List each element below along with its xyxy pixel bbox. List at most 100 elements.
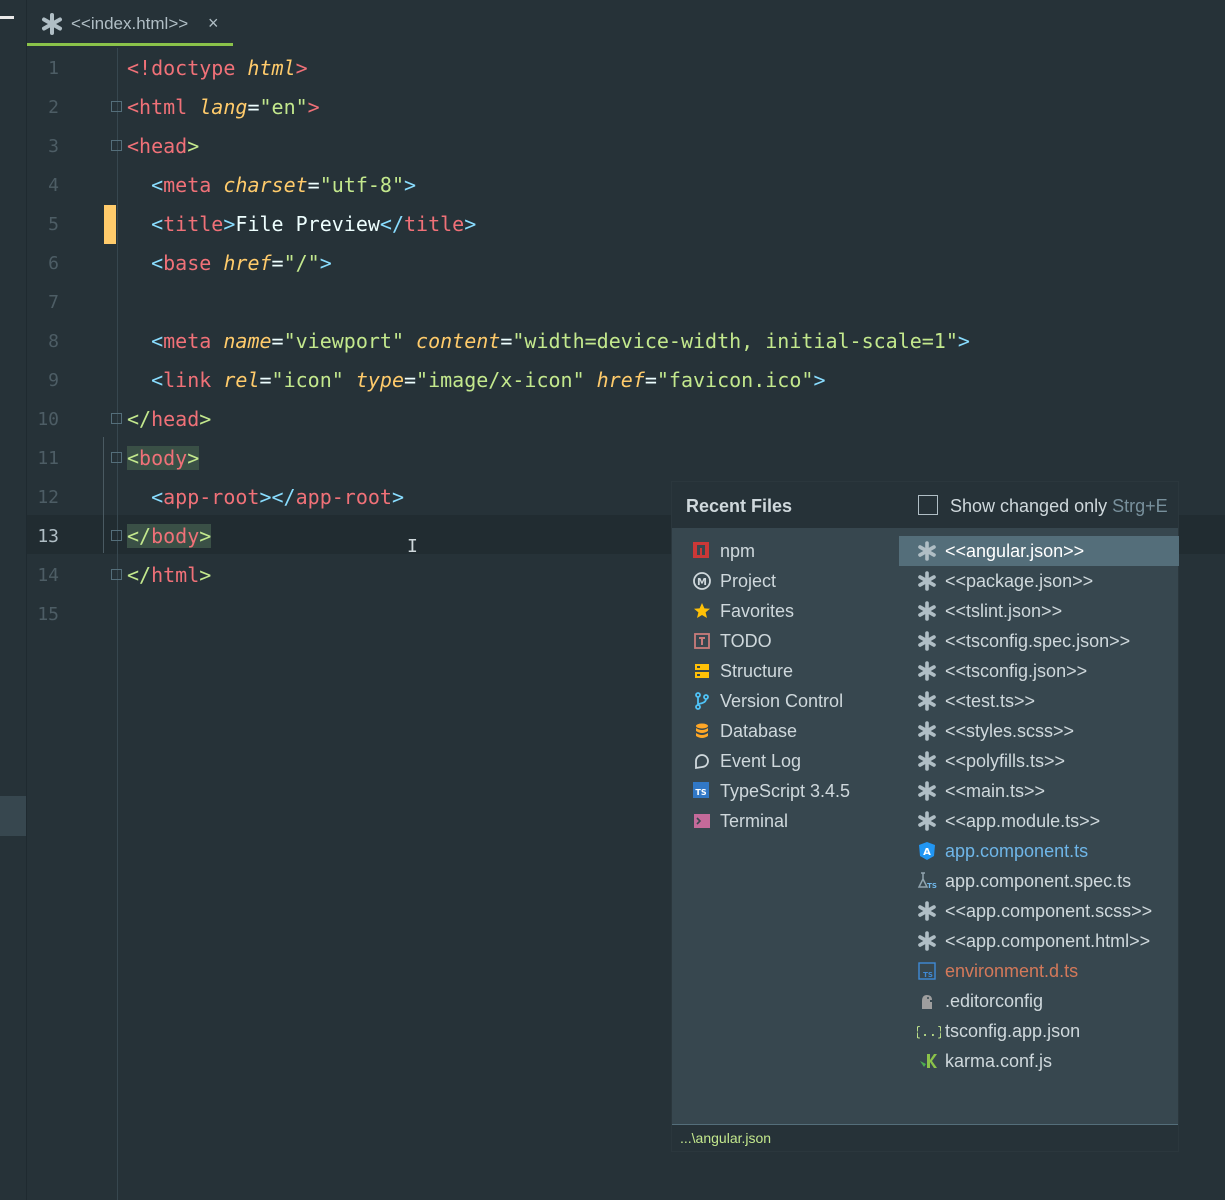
database-icon xyxy=(692,721,712,741)
fold-marker-icon[interactable] xyxy=(111,569,122,580)
recent-file-item[interactable]: <<app.component.scss>> xyxy=(899,896,1179,926)
asterisk-icon xyxy=(917,811,937,831)
code-token: > xyxy=(307,95,320,119)
tab-index-html[interactable]: <<index.html>> × xyxy=(27,0,233,46)
recent-file-item[interactable]: <<angular.json>> xyxy=(899,536,1179,566)
code-line[interactable]: 8 <meta name="viewport" content="width=d… xyxy=(27,322,1225,361)
code-token: > xyxy=(464,212,477,236)
recent-file-item[interactable]: karma.conf.js xyxy=(899,1046,1179,1076)
show-changed-checkbox[interactable] xyxy=(918,495,938,515)
todo-icon xyxy=(692,631,712,651)
tool-window-item[interactable]: Version Control xyxy=(672,686,899,716)
line-number: 10 xyxy=(37,409,59,430)
code-token: rel xyxy=(223,368,260,392)
tool-window-item[interactable]: TS TypeScript 3.4.5 xyxy=(672,776,899,806)
code-text: </head> xyxy=(127,400,211,439)
item-label: TODO xyxy=(720,630,772,651)
tool-window-item[interactable]: Database xyxy=(672,716,899,746)
code-token: charset xyxy=(223,173,308,197)
recent-file-item[interactable]: <<tsconfig.json>> xyxy=(899,656,1179,686)
asterisk-icon xyxy=(917,571,937,591)
code-token: head xyxy=(151,407,200,431)
tool-window-item[interactable]: Event Log xyxy=(672,746,899,776)
code-token: app-root xyxy=(163,485,260,509)
code-line[interactable]: 1 <!doctype html> xyxy=(27,49,1225,88)
recent-file-item[interactable]: Aapp.component.ts xyxy=(899,836,1179,866)
fold-marker-icon[interactable] xyxy=(111,452,122,463)
code-token: = xyxy=(271,329,284,353)
fold-marker-icon[interactable] xyxy=(111,101,122,112)
code-text: <base href="/"> xyxy=(127,244,332,283)
asterisk-icon xyxy=(917,751,937,771)
recent-file-item[interactable]: TS app.component.spec.ts xyxy=(899,866,1179,896)
popup-title: Recent Files xyxy=(686,496,793,516)
strip-button[interactable] xyxy=(0,796,26,836)
tool-window-item[interactable]: npm xyxy=(672,536,899,566)
recent-file-item[interactable]: {..} tsconfig.app.json xyxy=(899,1016,1179,1046)
code-line[interactable]: 9 <link rel="icon" type="image/x-icon" h… xyxy=(27,361,1225,400)
change-marker[interactable] xyxy=(104,205,116,244)
code-text: </html> xyxy=(127,556,211,595)
item-label: <<tsconfig.spec.json>> xyxy=(945,630,1131,651)
code-token: > xyxy=(199,524,212,548)
code-line[interactable]: 4 <meta charset="utf-8"> xyxy=(27,166,1225,205)
code-text: <html lang="en"> xyxy=(127,88,320,127)
fold-marker-icon[interactable] xyxy=(111,413,122,424)
recent-file-item[interactable]: <<package.json>> xyxy=(899,566,1179,596)
selected-file-path: ...\angular.json xyxy=(680,1130,772,1146)
code-line[interactable]: 7 xyxy=(27,283,1225,322)
typescript-icon: TS xyxy=(692,781,712,801)
code-token: name xyxy=(223,329,272,353)
line-number: 13 xyxy=(37,526,59,547)
recent-file-item[interactable]: TS environment.d.ts xyxy=(899,956,1179,986)
recent-file-item[interactable]: <<test.ts>> xyxy=(899,686,1179,716)
close-icon[interactable]: × xyxy=(208,13,219,34)
code-line[interactable]: 5 <title>File Preview</title> xyxy=(27,205,1225,244)
tool-window-item[interactable]: Terminal xyxy=(672,806,899,836)
code-token: > xyxy=(199,563,212,587)
item-label: app.component.ts xyxy=(945,840,1089,861)
code-token: lang xyxy=(199,95,248,119)
recent-file-item[interactable]: .editorconfig xyxy=(899,986,1179,1016)
code-token: html xyxy=(139,95,200,119)
line-number: 6 xyxy=(48,253,59,274)
code-token: title xyxy=(404,212,465,236)
code-line[interactable]: 2 <html lang="en"> xyxy=(27,88,1225,127)
recent-file-item[interactable]: <<app.module.ts>> xyxy=(899,806,1179,836)
recent-file-item[interactable]: <<main.ts>> xyxy=(899,776,1179,806)
item-label: <<tslint.json>> xyxy=(945,600,1063,621)
tool-window-item[interactable]: M Project xyxy=(672,566,899,596)
recent-file-item[interactable]: <<polyfills.ts>> xyxy=(899,746,1179,776)
fold-marker-icon[interactable] xyxy=(111,140,122,151)
recent-file-item[interactable]: <<tslint.json>> xyxy=(899,596,1179,626)
code-token: base xyxy=(163,251,224,275)
svg-text:TS: TS xyxy=(923,971,933,979)
code-token: > xyxy=(295,56,308,80)
show-changed-label[interactable]: Show changed only Strg+E xyxy=(950,496,1168,517)
item-label: Event Log xyxy=(720,750,802,771)
item-label: <<app.component.scss>> xyxy=(945,900,1153,921)
recent-file-item[interactable]: <<app.component.html>> xyxy=(899,926,1179,956)
code-token: "icon" xyxy=(271,368,356,392)
asterisk-icon xyxy=(917,781,937,801)
line-number: 3 xyxy=(48,136,59,157)
code-token: > xyxy=(187,134,200,158)
tool-window-item[interactable]: Structure xyxy=(672,656,899,686)
code-token: "en" xyxy=(259,95,308,119)
code-token: html xyxy=(151,563,200,587)
tool-window-item[interactable]: TODO xyxy=(672,626,899,656)
code-line[interactable]: 6 <base href="/"> xyxy=(27,244,1225,283)
item-label: karma.conf.js xyxy=(945,1050,1053,1071)
code-line[interactable]: 11 <body> xyxy=(27,439,1225,478)
recent-file-item[interactable]: <<styles.scss>> xyxy=(899,716,1179,746)
item-label: <<angular.json>> xyxy=(945,540,1085,561)
code-line[interactable]: 10 </head> xyxy=(27,400,1225,439)
item-label: app.component.spec.ts xyxy=(945,870,1132,891)
tool-window-item[interactable]: Favorites xyxy=(672,596,899,626)
fold-marker-icon[interactable] xyxy=(111,530,122,541)
recent-file-item[interactable]: <<tsconfig.spec.json>> xyxy=(899,626,1179,656)
code-line[interactable]: 3 <head> xyxy=(27,127,1225,166)
json-icon: {..} xyxy=(913,1021,944,1041)
